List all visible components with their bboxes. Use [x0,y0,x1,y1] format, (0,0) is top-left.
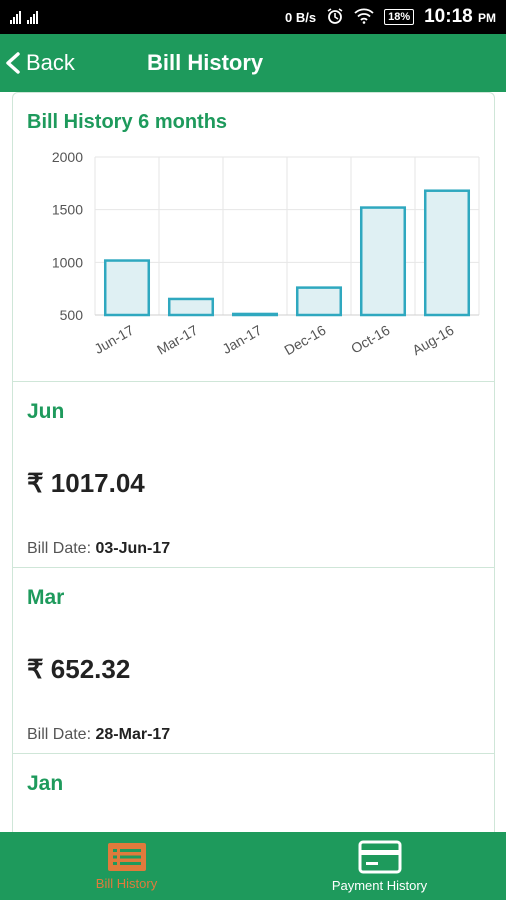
x-tick-label: Oct-16 [348,322,393,357]
signal-icon [10,10,21,24]
bar [167,297,215,317]
bill-amount: ₹ 652.32 [27,654,131,684]
nav-payment-history[interactable]: Payment History [253,832,506,900]
y-tick-label: 500 [60,307,84,323]
back-label: Back [26,50,75,75]
chart-card: Bill History 6 months 500 1000 1500 2000 Jun… [13,93,494,382]
bill-card-jun[interactable]: Jun ₹ 1017.04 Bill Date: 03-Jun-17 [13,382,494,568]
signal-icon-2 [27,10,38,24]
chart-title: Bill History 6 months [27,111,228,133]
bar [231,312,279,317]
bill-month: Jun [27,400,65,423]
bar [103,259,151,317]
x-tick-label: Mar-17 [154,322,201,358]
bar [295,286,343,317]
app-bar: Back Bill History [0,34,506,92]
bottom-nav: Bill History Payment History [0,832,506,900]
bill-amount: ₹ 1017.04 [27,468,145,498]
bar [359,206,407,317]
list-icon [107,842,146,871]
bill-date: Bill Date: 03-Jun-17 [27,540,171,557]
wifi-icon [354,8,374,27]
bill-date: Bill Date: 28-Mar-17 [27,726,171,743]
signal-indicators [10,10,38,24]
x-tick-label: Aug-16 [409,322,456,359]
nav-label: Payment History [331,877,428,893]
clock: 10:18 PM [424,6,496,27]
alarm-icon [326,7,344,28]
network-speed: 0 B/s [285,9,317,25]
x-tick-label: Jun-17 [91,322,136,357]
nav-bill-history[interactable]: Bill History [0,832,253,900]
y-tick-label: 1000 [52,254,83,270]
status-bar: 0 B/s 18% 10:18 PM [0,0,506,34]
bill-history-list[interactable]: Bill History 6 months 500 1000 1500 2000 Jun… [12,92,495,832]
bill-month: Mar [27,586,65,609]
card-icon [358,840,401,873]
bill-month: Jan [27,772,64,795]
page-title: Bill History [147,50,264,75]
bill-card-jan[interactable]: Jan ₹ [13,754,494,832]
bar [423,189,471,317]
y-tick-label: 1500 [52,202,83,218]
y-tick-label: 2000 [52,149,83,165]
bill-history-chart: 500 1000 1500 2000 Jun-17 Mar-17 Jan-17 Dec-16 O… [52,149,480,359]
bill-card-mar[interactable]: Mar ₹ 652.32 Bill Date: 28-Mar-17 [13,568,494,754]
chevron-left-icon [6,52,20,74]
x-tick-label: Dec-16 [281,322,328,359]
nav-label: Bill History [95,875,158,891]
back-button[interactable]: Back [0,50,75,76]
battery-indicator: 18% [384,9,415,25]
x-tick-label: Jan-17 [219,322,264,357]
